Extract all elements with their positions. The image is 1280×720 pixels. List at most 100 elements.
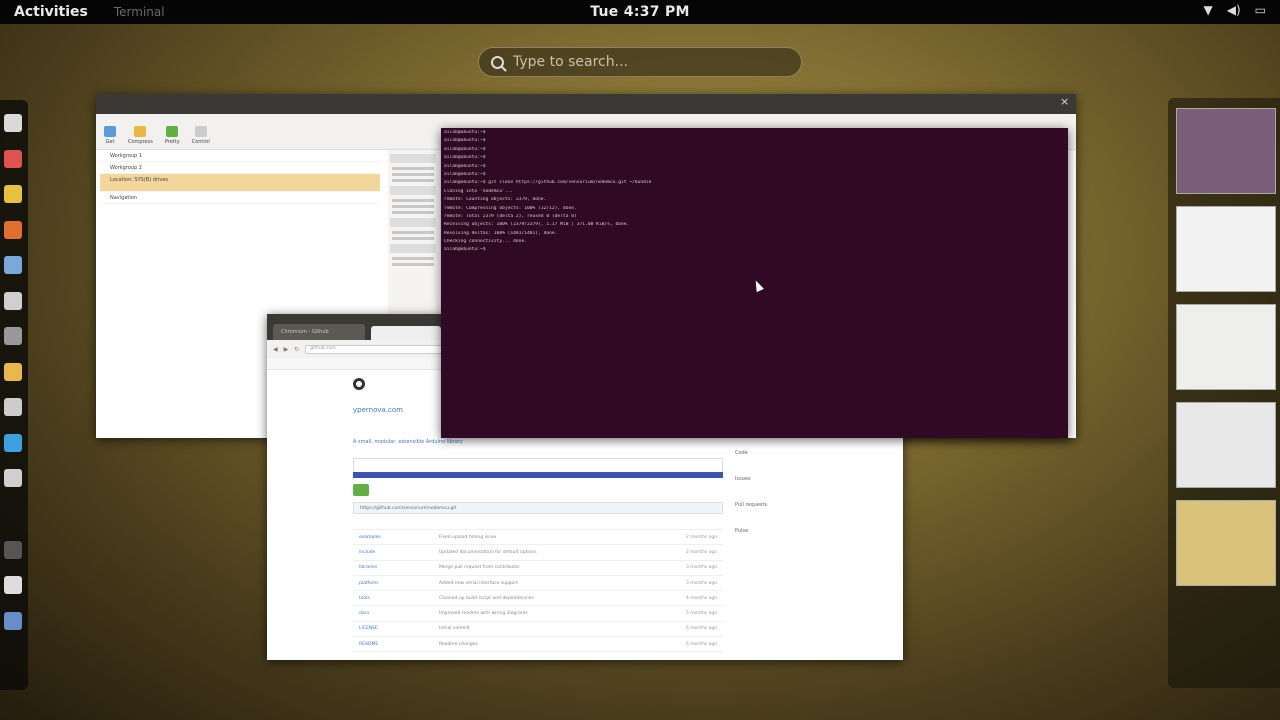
- repo-nav-item[interactable]: Pulse: [735, 528, 815, 534]
- files-icon[interactable]: [4, 291, 22, 310]
- clone-url[interactable]: https://github.com/sensorium/nodemcu.git: [353, 502, 723, 514]
- network-icon[interactable]: ▼: [1204, 3, 1213, 17]
- file-msg: Merge pull request from contributor: [439, 565, 520, 571]
- terminal-line: Resolving deltas: 100% (1481/1481), done…: [444, 230, 558, 236]
- document-icon[interactable]: [4, 256, 22, 274]
- workspace-thumbnail[interactable]: [1176, 206, 1276, 292]
- app-menu[interactable]: Terminal: [114, 5, 165, 19]
- sidebar-header: [390, 186, 436, 195]
- terminal-line: ailab@ubuntu:~$: [444, 155, 486, 161]
- branch-button[interactable]: [353, 484, 369, 496]
- file-msg: Fixed upload timing issue: [439, 534, 497, 540]
- terminal-app-icon[interactable]: [4, 540, 22, 559]
- table-row[interactable]: LICENSE Initial commit 6 months ago: [353, 622, 723, 638]
- toolbar-button[interactable]: Control: [192, 126, 210, 145]
- reload-icon[interactable]: ↻: [294, 346, 299, 353]
- close-icon[interactable]: ×: [1060, 96, 1070, 107]
- terminal-line: Checking connectivity... done.: [444, 239, 527, 245]
- github-logo-icon[interactable]: [353, 378, 365, 390]
- workspace-thumbnail[interactable]: [1176, 304, 1276, 390]
- file-age: 3 months ago: [685, 580, 717, 586]
- repo-title[interactable]: ypernova.com: [353, 406, 403, 414]
- workspace-thumbnail[interactable]: [1176, 500, 1276, 586]
- list-item[interactable]: Workgroup 2: [100, 162, 380, 174]
- repo-nav-item[interactable]: Code: [735, 450, 815, 456]
- sidebar-header: [390, 218, 436, 227]
- tasks-icon[interactable]: [4, 362, 22, 381]
- terminal-line: ailab@ubuntu:~$: [444, 163, 486, 169]
- table-row[interactable]: libraries Merge pull request from contrib…: [353, 561, 723, 576]
- editor-icon[interactable]: [4, 398, 22, 416]
- toolbar-button[interactable]: Compress: [128, 126, 153, 145]
- file-name[interactable]: examples: [359, 535, 439, 540]
- toolbar-button[interactable]: Pretty: [165, 126, 180, 145]
- clock[interactable]: Tue 4:37 PM: [590, 4, 690, 20]
- file-msg: Readme changes: [439, 641, 478, 647]
- table-row[interactable]: include Updated documentation for default…: [353, 545, 723, 561]
- table-row[interactable]: platform Added new serial interface suppo…: [353, 576, 723, 592]
- window-titlebar[interactable]: ×: [96, 94, 1076, 114]
- repo-nav-item[interactable]: Pull requests: [735, 502, 815, 508]
- file-name[interactable]: platform: [359, 581, 439, 586]
- file-name[interactable]: tools: [359, 596, 439, 601]
- file-name[interactable]: libraries: [359, 565, 439, 570]
- file-msg: Added new serial interface support: [439, 580, 518, 586]
- toolbar-label: Control: [191, 139, 210, 145]
- terminal-line: remote: Total 2379 (delta 2), reused 0 (…: [444, 213, 577, 219]
- sidebar-header: [390, 244, 436, 253]
- workspace-thumbnail[interactable]: [1176, 402, 1276, 488]
- firefox-icon[interactable]: [4, 220, 22, 239]
- browser-tab[interactable]: Chromium - Github: [273, 324, 365, 340]
- chrome-icon[interactable]: [4, 185, 22, 203]
- workspace-thumbnail[interactable]: [1176, 108, 1276, 194]
- file-msg: Updated documentation for default option…: [439, 549, 537, 555]
- terminal-line: Cloning into 'nodemcu'...: [444, 188, 514, 194]
- top-panel: Activities Terminal Tue 4:37 PM ▼ ◀) ▭: [0, 0, 1280, 24]
- activities-button[interactable]: Activities: [0, 4, 102, 20]
- list-item[interactable]: Workgroup 1: [100, 150, 380, 162]
- sidebar-header: [390, 154, 436, 163]
- settings-icon[interactable]: [4, 611, 22, 630]
- file-age: 2 months ago: [685, 549, 717, 555]
- back-icon[interactable]: ◀: [273, 346, 278, 353]
- skype-icon[interactable]: [4, 433, 22, 452]
- file-name[interactable]: docs: [359, 611, 439, 616]
- nautilus-icon[interactable]: [4, 114, 22, 132]
- search-icon: [491, 55, 504, 69]
- table-row[interactable]: tools Cleaned up build script and depende…: [353, 591, 723, 607]
- browser-tab[interactable]: [371, 326, 441, 340]
- forward-icon[interactable]: ▶: [284, 346, 289, 353]
- file-name[interactable]: include: [359, 550, 439, 555]
- list-item[interactable]: Location: SYS(B) drives: [100, 174, 380, 192]
- terminal-line: Receiving objects: 100% (2379/2379), 1.1…: [444, 222, 630, 228]
- software-icon[interactable]: [4, 149, 22, 168]
- repo-nav-item[interactable]: Issues: [735, 476, 815, 482]
- terminal-line: ailab@ubuntu:~$: [444, 130, 486, 135]
- list-item[interactable]: Navigation: [100, 192, 380, 204]
- toolbar-label: Get: [105, 139, 115, 145]
- file-name[interactable]: README: [359, 642, 439, 647]
- toolbar-button[interactable]: Get: [104, 126, 116, 145]
- text-icon[interactable]: [4, 576, 22, 594]
- search-box[interactable]: [478, 47, 802, 77]
- file-msg: Initial commit: [439, 626, 470, 632]
- terminal-line: remote: Compressing objects: 100% (12/12…: [444, 205, 577, 211]
- table-row[interactable]: README Readme changes 6 months ago: [353, 637, 723, 653]
- repo-description: A small, modular, extensible Arduino lib…: [353, 439, 463, 445]
- battery-icon[interactable]: ▭: [1255, 3, 1266, 17]
- toolbar-icon: [166, 126, 179, 137]
- file-age: 6 months ago: [685, 641, 717, 647]
- file-list: Workgroup 1 Workgroup 2 Location: SYS(B) d…: [100, 150, 380, 204]
- table-row[interactable]: examples Fixed upload timing issue 2 month…: [353, 530, 723, 546]
- search-input[interactable]: [513, 54, 783, 70]
- file-name[interactable]: LICENSE: [359, 626, 439, 631]
- file-age: 6 months ago: [685, 626, 717, 632]
- volume-icon[interactable]: ◀): [1227, 3, 1241, 17]
- system-tray[interactable]: ▼ ◀) ▭: [1204, 3, 1267, 17]
- file-msg: Cleaned up build script and dependencies: [439, 595, 534, 601]
- terminal-line: ailab@ubuntu:~$: [444, 171, 486, 177]
- file-table: https://github.com/sensorium/nodemcu.git…: [353, 502, 723, 653]
- disk-icon[interactable]: [4, 469, 22, 487]
- table-row[interactable]: docs Improved readme with wiring diagrams…: [353, 606, 723, 622]
- calc-icon[interactable]: [4, 327, 22, 345]
